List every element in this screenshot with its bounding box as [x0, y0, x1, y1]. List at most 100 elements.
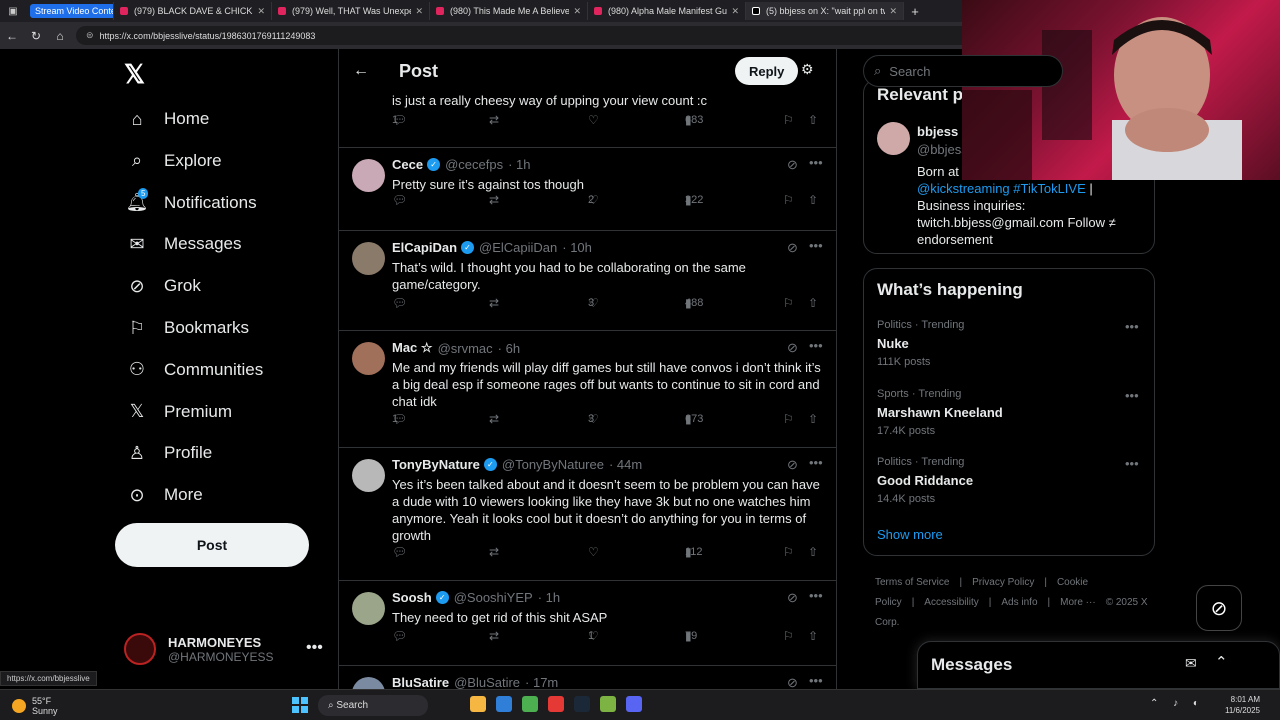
browser-tab[interactable]: (980) This Made Me A Believer in ✕	[430, 2, 588, 20]
trend-item[interactable]: Politics · Trending Good Riddance 14.4K …	[877, 456, 1147, 505]
discord-icon[interactable]	[626, 696, 642, 712]
author-handle[interactable]: @BluSatire	[454, 675, 520, 689]
nav-item-profile[interactable]: ♙ Profile	[124, 439, 212, 467]
more-dots-icon[interactable]: •••	[809, 155, 823, 170]
nav-item-more[interactable]: ⊙ More	[124, 481, 202, 509]
reload-icon[interactable]: ↻	[24, 29, 48, 43]
more-dots-icon[interactable]: •••	[306, 639, 323, 657]
url-field[interactable]: ⊜ https://x.com/bbjesslive/status/198630…	[76, 26, 980, 45]
window-menu-icon[interactable]: ▣	[0, 6, 26, 17]
author-name[interactable]: Cece	[392, 157, 423, 172]
author-name[interactable]: Soosh	[392, 590, 432, 605]
more-dots-icon[interactable]: •••	[1125, 456, 1139, 471]
new-tab-button[interactable]: +	[904, 4, 926, 19]
close-icon[interactable]: ✕	[415, 6, 423, 17]
avatar[interactable]	[352, 342, 385, 375]
back-icon[interactable]: ←	[0, 29, 24, 43]
grok-explain-icon[interactable]: ⊘	[787, 340, 798, 356]
nav-item-home[interactable]: ⌂ Home	[124, 105, 210, 133]
avatar[interactable]	[352, 592, 385, 625]
footer-link[interactable]: More ···	[1060, 597, 1096, 608]
nav-item-notifications[interactable]: 🔔︎ 5 Notifications	[124, 188, 257, 217]
taskbar-search[interactable]: ⌕ Search	[318, 695, 428, 716]
footer-link[interactable]: Accessibility	[924, 597, 978, 608]
tweet-time[interactable]: · 1h	[508, 157, 530, 172]
browser-tab[interactable]: (979) BLACK DAVE & CHICKEN A ✕	[114, 2, 272, 20]
steam-icon[interactable]	[574, 696, 590, 712]
bio-links[interactable]: @kickstreaming #TikTokLIVE	[917, 181, 1086, 196]
footer-link[interactable]: Terms of Service	[875, 577, 949, 588]
close-icon[interactable]: ✕	[731, 6, 739, 17]
nav-item-grok[interactable]: ⊘ Grok	[124, 272, 200, 300]
author-handle[interactable]: @ElCapiiDan	[479, 240, 557, 255]
tweet-time[interactable]: · 17m	[525, 675, 558, 689]
footer-link[interactable]: Ads info	[1001, 597, 1037, 608]
reply-button[interactable]: Reply	[735, 57, 799, 85]
filter-icon[interactable]: ⚙	[801, 61, 814, 78]
author-handle[interactable]: @cecefps	[445, 157, 503, 172]
tweet-time[interactable]: · 44m	[609, 457, 642, 472]
grok-icon[interactable]: ⊘	[1196, 585, 1242, 631]
reply-tweet[interactable]: Soosh ✓ @SooshiYEP · 1h ⊘ ••• They need …	[339, 580, 836, 665]
close-icon[interactable]: ✕	[573, 6, 581, 17]
grok-explain-icon[interactable]: ⊘	[787, 240, 798, 256]
grok-explain-icon[interactable]: ⊘	[787, 590, 798, 606]
tweet-time[interactable]: · 10h	[562, 240, 592, 255]
more-dots-icon[interactable]: •••	[1125, 388, 1139, 403]
account-switcher[interactable]: HARMONEYES @HARMONEYESS •••	[124, 629, 324, 669]
search-input[interactable]: ⌕ Search	[863, 55, 1063, 87]
tweet-time[interactable]: · 1h	[538, 590, 560, 605]
avatar[interactable]	[877, 122, 910, 155]
avatar[interactable]	[352, 159, 385, 192]
trend-item[interactable]: Sports · Trending Marshawn Kneeland 17.4…	[877, 388, 1147, 437]
avatar[interactable]	[352, 242, 385, 275]
reply-tweet[interactable]: TonyByNature ✓ @TonyByNaturee · 44m ⊘ ••…	[339, 447, 836, 580]
more-dots-icon[interactable]: •••	[809, 338, 823, 353]
file-explorer-icon[interactable]	[470, 696, 486, 712]
nav-item-bookmarks[interactable]: ⚐ Bookmarks	[124, 314, 249, 342]
author-name[interactable]: TonyByNature	[392, 457, 480, 472]
post-button[interactable]: Post	[115, 523, 309, 567]
author-name[interactable]: Mac ☆	[392, 340, 433, 356]
more-dots-icon[interactable]: •••	[809, 455, 823, 470]
edge-icon[interactable]	[496, 696, 512, 712]
tab-group-pill[interactable]: Stream Video Content	[30, 4, 113, 18]
more-dots-icon[interactable]: •••	[1125, 319, 1139, 334]
trend-item[interactable]: Politics · Trending Nuke 111K posts •••	[877, 319, 1147, 368]
tab-group-label[interactable]: Stream Video Content	[26, 2, 114, 20]
reply-tweet[interactable]: Cece ✓ @cecefps · 1h ⊘ ••• Pretty sure i…	[339, 147, 836, 230]
more-dots-icon[interactable]: •••	[809, 673, 823, 688]
expand-icon[interactable]: ⌃	[1215, 653, 1228, 671]
grok-explain-icon[interactable]: ⊘	[787, 457, 798, 473]
nav-item-communities[interactable]: ⚇ Communities	[124, 356, 263, 384]
browser-tab[interactable]: (5) bbjess on X: "wait ppl on twit ✕	[746, 2, 904, 20]
avatar[interactable]	[352, 677, 385, 689]
footer-link[interactable]: Privacy Policy	[972, 577, 1034, 588]
more-dots-icon[interactable]: •••	[809, 238, 823, 253]
close-icon[interactable]: ✕	[889, 6, 897, 17]
clock[interactable]: 8:01 AM 11/6/2025	[1200, 694, 1260, 716]
show-more-link[interactable]: Show more	[877, 527, 943, 542]
compose-message-icon[interactable]: ✉	[1185, 655, 1197, 672]
xbox-icon[interactable]	[600, 696, 616, 712]
back-arrow-icon[interactable]: ←	[353, 62, 383, 80]
browser-tab[interactable]: (979) Well, THAT Was Unexpecte ✕	[272, 2, 430, 20]
browser-tab[interactable]: (980) Alpha Male Manifest Guru F✕	[588, 2, 746, 20]
windows-start-icon[interactable]	[292, 697, 308, 713]
relevant-name[interactable]: bbjess	[917, 124, 958, 139]
more-dots-icon[interactable]: •••	[809, 588, 823, 603]
youtube-icon[interactable]	[548, 696, 564, 712]
weather-widget[interactable]: 55°F Sunny	[12, 696, 58, 716]
author-handle[interactable]: @srvmac	[438, 341, 493, 356]
chrome-icon[interactable]	[522, 696, 538, 712]
nav-item-explore[interactable]: ⌕ Explore	[124, 147, 222, 175]
avatar[interactable]	[352, 459, 385, 492]
author-handle[interactable]: @SooshiYEP	[454, 590, 533, 605]
author-name[interactable]: BluSatire	[392, 675, 449, 689]
messages-drawer[interactable]: Messages ✉ ⌃	[917, 641, 1280, 689]
reply-tweet[interactable]: ElCapiDan ✓ @ElCapiiDan · 10h ⊘ ••• That…	[339, 230, 836, 330]
x-logo-icon[interactable]: 𝕏	[124, 59, 145, 90]
site-info-icon[interactable]: ⊜	[86, 30, 94, 41]
grok-explain-icon[interactable]: ⊘	[787, 157, 798, 173]
author-handle[interactable]: @TonyByNaturee	[502, 457, 604, 472]
